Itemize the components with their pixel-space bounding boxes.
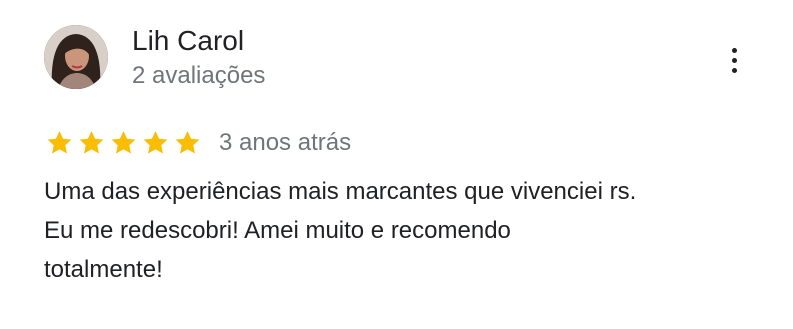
review-text: Uma das experiências mais marcantes que … [44,172,774,289]
avatar[interactable] [44,25,108,89]
star-rating [44,128,203,158]
star-filled-icon [140,128,171,158]
star-filled-icon [172,128,203,158]
more-vert-icon [731,47,737,53]
review-card: Lih Carol 2 avaliações 3 anos atrás Uma … [0,0,793,329]
star-filled-icon [44,128,75,158]
reviewer-name[interactable]: Lih Carol [132,24,244,58]
reviewer-review-count: 2 avaliações [132,62,266,89]
avatar-image [44,25,108,89]
more-options-button[interactable] [722,44,746,76]
star-filled-icon [108,128,139,158]
review-date: 3 anos atrás [219,129,352,156]
star-filled-icon [76,128,107,158]
review-text-line: totalmente! [44,256,163,283]
rating-row: 3 anos atrás [44,126,351,160]
review-text-line: Eu me redescobri! Amei muito e recomendo [44,217,511,244]
review-text-line: Uma das experiências mais marcantes que … [44,178,637,205]
